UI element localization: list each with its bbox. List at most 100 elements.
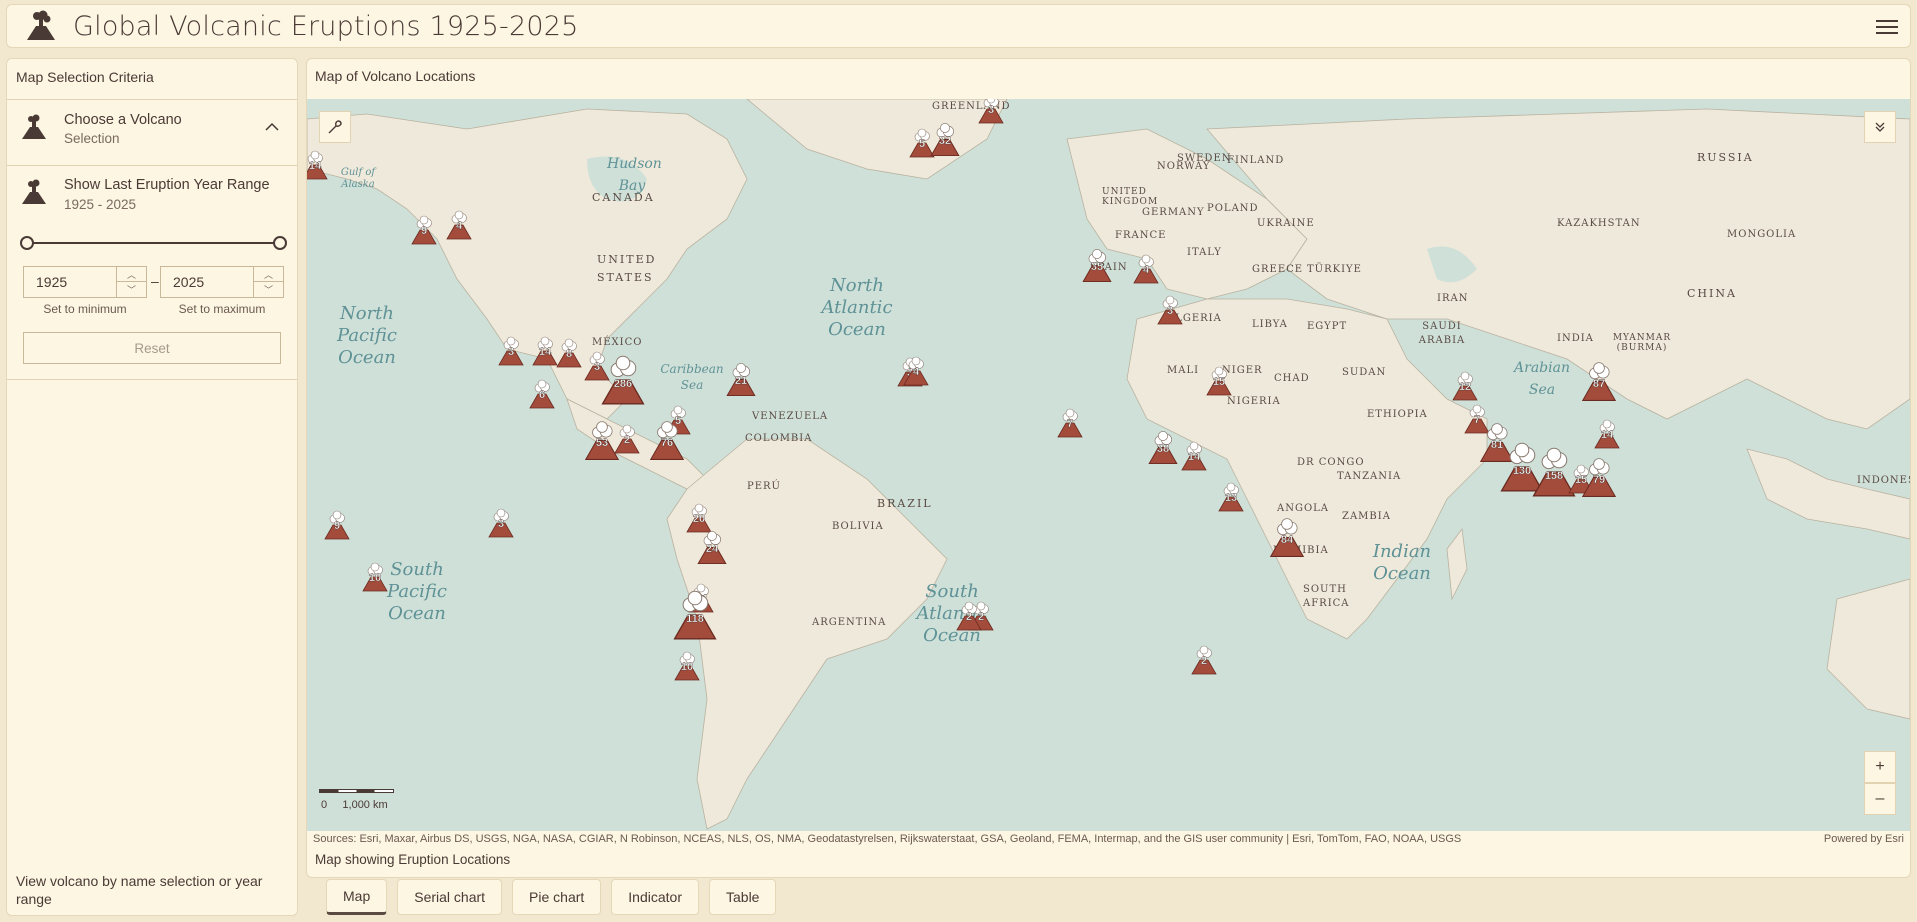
marker-count-label: 3 [988,104,994,116]
marker-count-label: 24 [706,543,719,555]
marker-count-label: 2 [624,434,630,446]
chevron-up-icon[interactable]: ︿ [254,267,283,282]
marker-count-label: 3 [594,361,600,373]
marker-count-label: 79 [1593,474,1605,486]
marker-count-label: 14 [1601,429,1614,441]
chevron-down-icon[interactable]: ﹀ [117,282,146,297]
tab-label: Indicator [628,889,682,905]
marker-count-label: 81 [1491,439,1503,451]
tab-label: Pie chart [529,889,585,905]
marker-count-label: 4 [456,220,463,232]
selection-panel: Map Selection Criteria Choose a Volcano … [6,58,298,916]
marker-count-label: 158 [1545,470,1563,482]
marker-count-label: 130 [1513,465,1531,477]
choose-volcano-title: Choose a Volcano [64,112,182,128]
tab-indicator[interactable]: Indicator [611,879,699,915]
slider-max-handle[interactable] [273,236,287,250]
range-separator: – [151,273,159,289]
volcano-markers-layer: 1494314832866525376321253233543420241411… [307,99,1620,681]
chevron-up-icon[interactable] [265,120,279,134]
min-year-input[interactable]: 1925 ︿ ﹀ [23,266,147,298]
map-caption: Map showing Eruption Locations [315,852,511,867]
panel-title: Map Selection Criteria [16,69,154,85]
choose-volcano-subtitle: Selection [64,131,120,146]
volcano-icon [21,6,61,46]
marker-count-label: 15 [1213,376,1225,388]
view-tabs: Map Serial chart Pie chart Indicator Tab… [326,879,777,917]
marker-count-label: 3 [508,346,514,358]
section-divider [7,165,297,166]
section-divider [7,379,297,380]
app-title: Global Volcanic Eruptions 1925-2025 [73,10,579,42]
marker-count-label: 286 [614,378,632,390]
reset-button[interactable]: Reset [23,332,281,364]
min-year-value: 1925 [36,274,68,290]
marker-count-label: 14 [309,160,322,172]
marker-count-label: 10 [369,572,381,584]
marker-count-label: 14 [1188,451,1201,463]
marker-count-label: 9 [421,225,427,237]
marker-count-label: 10 [681,661,693,673]
marker-count-label: 2 [1201,655,1207,667]
set-to-minimum[interactable]: Set to minimum [23,302,147,316]
volcano-icon [22,114,46,139]
marker-count-label: 3 [1167,305,1173,317]
marker-count-label: 3 [498,518,504,530]
tab-pie-chart[interactable]: Pie chart [512,879,602,915]
tab-label: Table [726,889,760,905]
zoom-out-button[interactable]: – [1864,783,1896,815]
marker-count-label: 14 [539,346,552,358]
marker-count-label: 7 [1067,418,1073,430]
year-range-slider[interactable] [27,242,281,244]
marker-count-label: 2 [978,611,984,623]
max-year-input[interactable]: 2025 ︿ ﹀ [160,266,284,298]
max-year-value: 2025 [173,274,205,290]
marker-count-label: 118 [686,613,704,625]
set-to-maximum[interactable]: Set to maximum [160,302,284,316]
marker-count-label: 4 [913,366,920,378]
zoom-in-button[interactable]: + [1864,751,1896,783]
max-year-stepper[interactable]: ︿ ﹀ [253,267,283,297]
volcano-icon [22,179,46,204]
marker-count-label: 15 [1575,474,1587,486]
map-attribution: Sources: Esri, Maxar, Airbus DS, USGS, N… [307,831,1910,847]
tab-table[interactable]: Table [709,879,777,915]
marker-count-label: 5 [919,138,925,150]
marker-count-label: 76 [661,437,673,449]
marker-count-label: 7 [1474,414,1480,426]
choose-volcano-section[interactable]: Choose a Volcano Selection [7,99,297,155]
marker-count-label: 8 [566,348,572,360]
slider-min-handle[interactable] [20,236,34,250]
min-year-stepper[interactable]: ︿ ﹀ [116,267,146,297]
app-header: Global Volcanic Eruptions 1925-2025 [6,4,1911,48]
map-panel: Map of Volcano Locations GREENLAND CANAD… [306,58,1911,878]
hamburger-icon[interactable] [1876,16,1898,38]
year-range-title: Show Last Eruption Year Range [64,177,270,193]
marker-count-label: 38 [1157,443,1169,455]
wrench-icon[interactable] [319,111,351,143]
marker-count-label: 9 [334,520,340,532]
marker-count-label: 4 [1143,264,1150,276]
chevron-up-icon[interactable]: ︿ [117,267,146,282]
chevron-down-icon[interactable]: ﹀ [254,282,283,297]
marker-count-label: 87 [1593,378,1605,390]
marker-count-label: 12 [1459,381,1471,393]
tab-map[interactable]: Map [326,879,388,915]
marker-count-label: 20 [693,513,705,525]
powered-by-esri[interactable]: Powered by Esri [1824,831,1904,847]
year-range-subtitle: 1925 - 2025 [64,197,137,212]
tab-serial-chart[interactable]: Serial chart [397,879,503,915]
marker-count-label: 5 [675,415,681,427]
scale-bar [319,789,394,793]
marker-count-label: 21 [735,375,747,387]
tab-label: Serial chart [414,889,486,905]
marker-count-label: 84 [1281,534,1294,546]
map-title: Map of Volcano Locations [315,68,476,84]
chevrons-down-icon[interactable] [1864,111,1896,143]
map-view[interactable]: GREENLAND CANADA UNITED STATES MÉXICO VE… [307,99,1910,831]
marker-count-label: 53 [596,437,608,449]
marker-count-label: 6 [539,389,545,401]
marker-count-label: 2 [966,611,972,623]
tab-label: Map [343,888,371,904]
marker-count-label: 32 [939,135,951,147]
